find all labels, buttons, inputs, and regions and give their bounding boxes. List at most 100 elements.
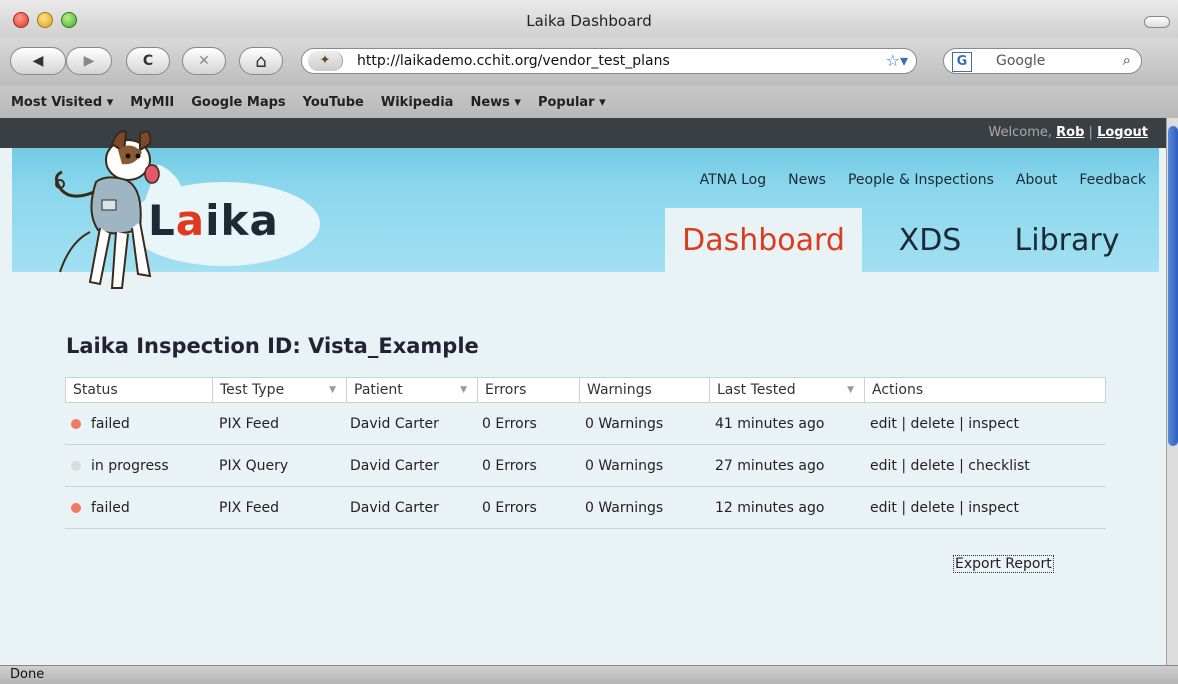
url-text[interactable]: http://laikademo.cchit.org/vendor_test_p… — [357, 53, 670, 69]
tab-library[interactable]: Library — [1005, 208, 1129, 272]
actions-cell: edit | delete | inspect — [870, 415, 1019, 432]
table-header: Status Test Type ▼ Patient ▼ Errors Warnin… — [65, 377, 1106, 403]
col-warnings-label: Warnings — [587, 382, 652, 398]
col-last-tested[interactable]: Last Tested ▼ — [710, 378, 865, 402]
edit-link[interactable]: edit — [870, 416, 897, 432]
test-type-cell: PIX Feed — [219, 499, 280, 516]
home-icon: ⌂ — [255, 50, 267, 72]
bookmark-news[interactable]: News ▾ — [470, 95, 521, 110]
logo-text-post: ika — [205, 196, 279, 245]
url-bar[interactable]: ✦ http://laikademo.cchit.org/vendor_test… — [301, 48, 917, 74]
sort-arrow-icon[interactable]: ▼ — [329, 378, 336, 402]
last-tested-cell: 27 minutes ago — [715, 457, 825, 474]
page-content: Welcome, Rob | Logout Laika ATNA Log New… — [0, 118, 1166, 665]
nav-about[interactable]: About — [1016, 172, 1057, 188]
logout-link[interactable]: Logout — [1097, 125, 1148, 140]
inspect-link[interactable]: inspect — [968, 500, 1019, 516]
edit-link[interactable]: edit — [870, 500, 897, 516]
stop-icon: ✕ — [198, 53, 210, 69]
patient-cell: David Carter — [350, 415, 439, 432]
home-button[interactable]: ⌂ — [239, 47, 283, 75]
nav-people-inspections[interactable]: People & Inspections — [848, 172, 994, 188]
back-button[interactable]: ◀ — [10, 47, 66, 75]
test-type-cell: PIX Query — [219, 457, 289, 474]
search-icon[interactable]: ⌕ — [1123, 51, 1131, 69]
export-report-button[interactable]: Export Report — [953, 555, 1054, 573]
vertical-scrollbar[interactable] — [1166, 118, 1178, 665]
delete-link[interactable]: delete — [911, 416, 955, 432]
col-status[interactable]: Status — [66, 378, 213, 402]
sort-arrow-icon[interactable]: ▼ — [847, 378, 854, 402]
scrollbar-thumb[interactable] — [1168, 126, 1178, 446]
bookmark-popular[interactable]: Popular ▾ — [538, 95, 606, 110]
bookmark-wikipedia[interactable]: Wikipedia — [381, 95, 454, 110]
window-title: Laika Dashboard — [526, 12, 652, 30]
last-tested-cell: 12 minutes ago — [715, 499, 825, 516]
status-dot-icon — [71, 418, 81, 429]
patient-cell: David Carter — [350, 499, 439, 516]
col-last-tested-label: Last Tested — [717, 382, 796, 398]
search-input[interactable]: Google — [996, 53, 1045, 69]
site-favicon-icon[interactable]: ✦ — [308, 51, 343, 71]
bookmark-most-visited[interactable]: Most Visited ▾ — [11, 95, 113, 110]
dog-mascot-icon — [55, 130, 160, 289]
tab-dashboard-label: Dashboard — [682, 222, 845, 258]
patient-cell: David Carter — [350, 457, 439, 474]
logo-text-accent: a — [175, 196, 206, 245]
col-errors-label: Errors — [485, 382, 527, 398]
status-text: failed — [91, 415, 130, 432]
checklist-link[interactable]: checklist — [968, 458, 1030, 474]
actions-cell: edit | delete | inspect — [870, 499, 1019, 516]
bookmark-google-maps[interactable]: Google Maps — [191, 95, 285, 110]
tab-library-label: Library — [1014, 222, 1120, 258]
delete-link[interactable]: delete — [911, 458, 955, 474]
welcome-label: Welcome, — [988, 125, 1053, 140]
stop-button[interactable]: ✕ — [182, 47, 226, 75]
last-tested-cell: 41 minutes ago — [715, 415, 825, 432]
status-dot-icon — [71, 502, 81, 513]
test-type-cell: PIX Feed — [219, 415, 280, 432]
col-patient[interactable]: Patient ▼ — [347, 378, 478, 402]
bookmark-star-icon[interactable]: ☆▾ — [886, 51, 908, 70]
status-text: in progress — [91, 457, 169, 474]
google-icon[interactable]: G — [952, 52, 972, 72]
top-nav: ATNA Log News People & Inspections About… — [678, 172, 1146, 188]
back-arrow-icon: ◀ — [32, 53, 44, 69]
col-warnings[interactable]: Warnings — [580, 378, 710, 402]
status-bar: Done — [0, 665, 1178, 684]
warnings-cell: 0 Warnings — [585, 457, 664, 474]
toolbar-toggle-button[interactable] — [1144, 16, 1170, 28]
bookmarks-bar: Most Visited ▾ MyMII Google Maps YouTube… — [0, 86, 1178, 119]
user-strip: Welcome, Rob | Logout — [0, 118, 1166, 148]
inspection-table: Status Test Type ▼ Patient ▼ Errors Warnin… — [65, 377, 1106, 529]
col-patient-label: Patient — [354, 382, 403, 398]
status-cell: failed — [65, 500, 212, 516]
nav-feedback[interactable]: Feedback — [1079, 172, 1146, 188]
bookmark-mymii[interactable]: MyMII — [130, 95, 174, 110]
page-title: Laika Inspection ID: Vista_Example — [66, 334, 479, 358]
errors-cell: 0 Errors — [482, 415, 537, 432]
tab-xds[interactable]: XDS — [880, 208, 980, 272]
warnings-cell: 0 Warnings — [585, 415, 664, 432]
search-box[interactable]: G Google ⌕ — [943, 48, 1142, 74]
forward-arrow-icon: ▶ — [83, 53, 95, 69]
actions-cell: edit | delete | checklist — [870, 457, 1030, 474]
col-test-type-label: Test Type — [220, 382, 285, 398]
inspect-link[interactable]: inspect — [968, 416, 1019, 432]
separator: | — [1088, 125, 1093, 140]
errors-cell: 0 Errors — [482, 499, 537, 516]
tab-dashboard[interactable]: Dashboard — [665, 208, 862, 272]
status-cell: in progress — [65, 458, 212, 474]
edit-link[interactable]: edit — [870, 458, 897, 474]
reload-button[interactable]: C — [126, 47, 170, 75]
nav-atna-log[interactable]: ATNA Log — [700, 172, 767, 188]
nav-news[interactable]: News — [788, 172, 826, 188]
user-link[interactable]: Rob — [1056, 125, 1084, 140]
forward-button[interactable]: ▶ — [66, 47, 112, 75]
col-test-type[interactable]: Test Type ▼ — [213, 378, 347, 402]
window-titlebar: Laika Dashboard — [0, 0, 1178, 39]
sort-arrow-icon[interactable]: ▼ — [460, 378, 467, 402]
delete-link[interactable]: delete — [911, 500, 955, 516]
col-errors[interactable]: Errors — [478, 378, 580, 402]
bookmark-youtube[interactable]: YouTube — [303, 95, 364, 110]
